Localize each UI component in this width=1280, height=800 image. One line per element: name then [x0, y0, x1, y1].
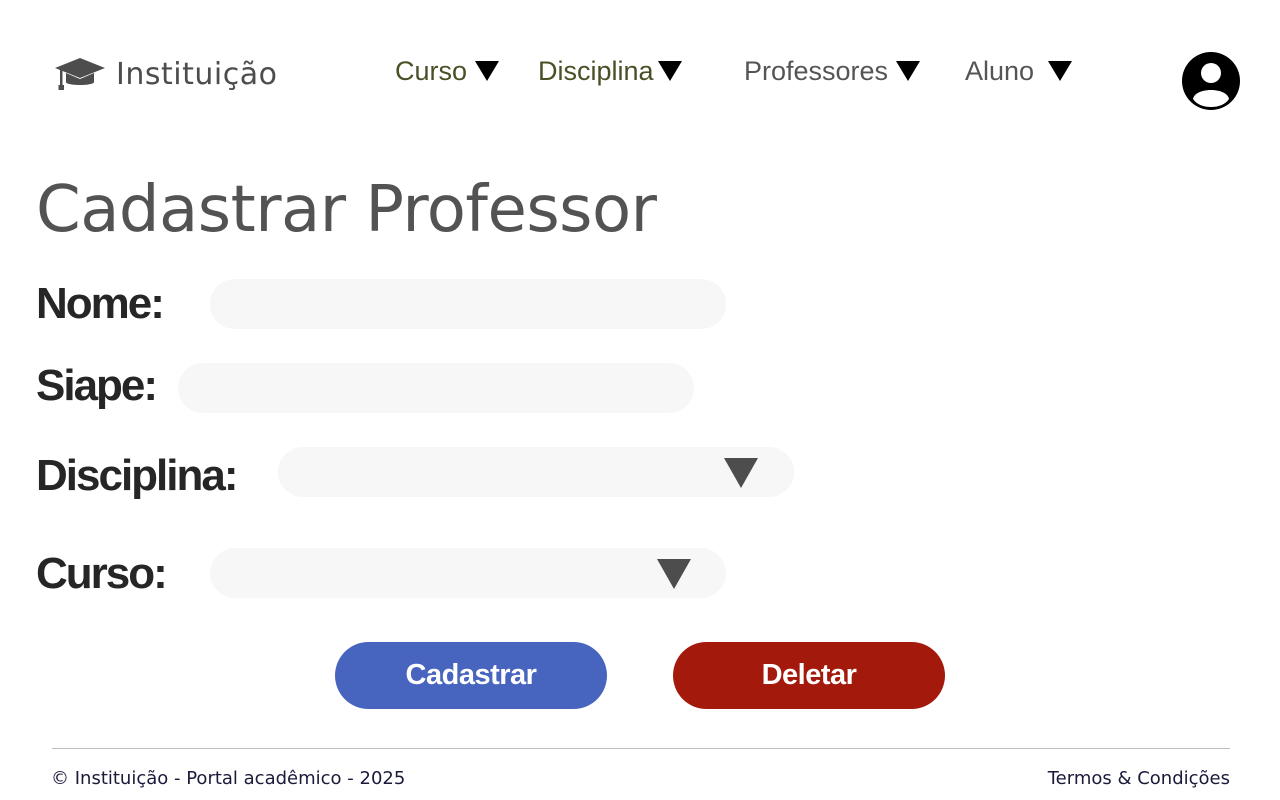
- chevron-down-icon[interactable]: [724, 458, 758, 488]
- brand-name: Instituição: [116, 56, 278, 92]
- deletar-button[interactable]: Deletar: [673, 642, 945, 709]
- footer-divider: [52, 748, 1230, 749]
- page: Instituição Curso Disciplina Professores…: [0, 0, 1280, 800]
- nav-aluno-menu[interactable]: Aluno: [965, 54, 1073, 88]
- graduation-cap-icon: [55, 58, 105, 90]
- caret-down-icon: [475, 61, 500, 81]
- brand[interactable]: Instituição: [54, 56, 277, 92]
- nome-input[interactable]: [210, 279, 726, 329]
- page-title: Cadastrar Professor: [36, 173, 657, 247]
- disciplina-select[interactable]: [278, 447, 794, 497]
- curso-label: Curso:: [36, 549, 168, 598]
- nome-label: Nome:: [36, 279, 165, 328]
- caret-down-icon: [657, 61, 682, 81]
- nav-professores-label: Professores: [744, 56, 889, 86]
- disciplina-label: Disciplina:: [36, 451, 238, 500]
- siape-label: Siape:: [36, 361, 158, 410]
- nav-curso-label: Curso: [395, 56, 468, 86]
- footer-copyright: © Instituição - Portal acadêmico - 2025: [51, 768, 406, 789]
- chevron-down-icon[interactable]: [657, 559, 691, 589]
- curso-select[interactable]: [210, 548, 726, 598]
- terms-link[interactable]: Termos & Condições: [1048, 767, 1230, 791]
- caret-down-icon: [896, 61, 921, 81]
- nav-disciplina-menu[interactable]: Disciplina: [538, 54, 682, 88]
- user-circle-icon[interactable]: [1181, 51, 1241, 111]
- nav-aluno-label: Aluno: [965, 56, 1035, 86]
- caret-down-icon: [1048, 61, 1073, 81]
- cadastrar-button[interactable]: Cadastrar: [335, 642, 607, 709]
- nav-professores-menu[interactable]: Professores: [744, 54, 921, 88]
- siape-input[interactable]: [178, 363, 694, 413]
- nav-disciplina-label: Disciplina: [538, 56, 654, 86]
- nav-curso-menu[interactable]: Curso: [395, 54, 500, 88]
